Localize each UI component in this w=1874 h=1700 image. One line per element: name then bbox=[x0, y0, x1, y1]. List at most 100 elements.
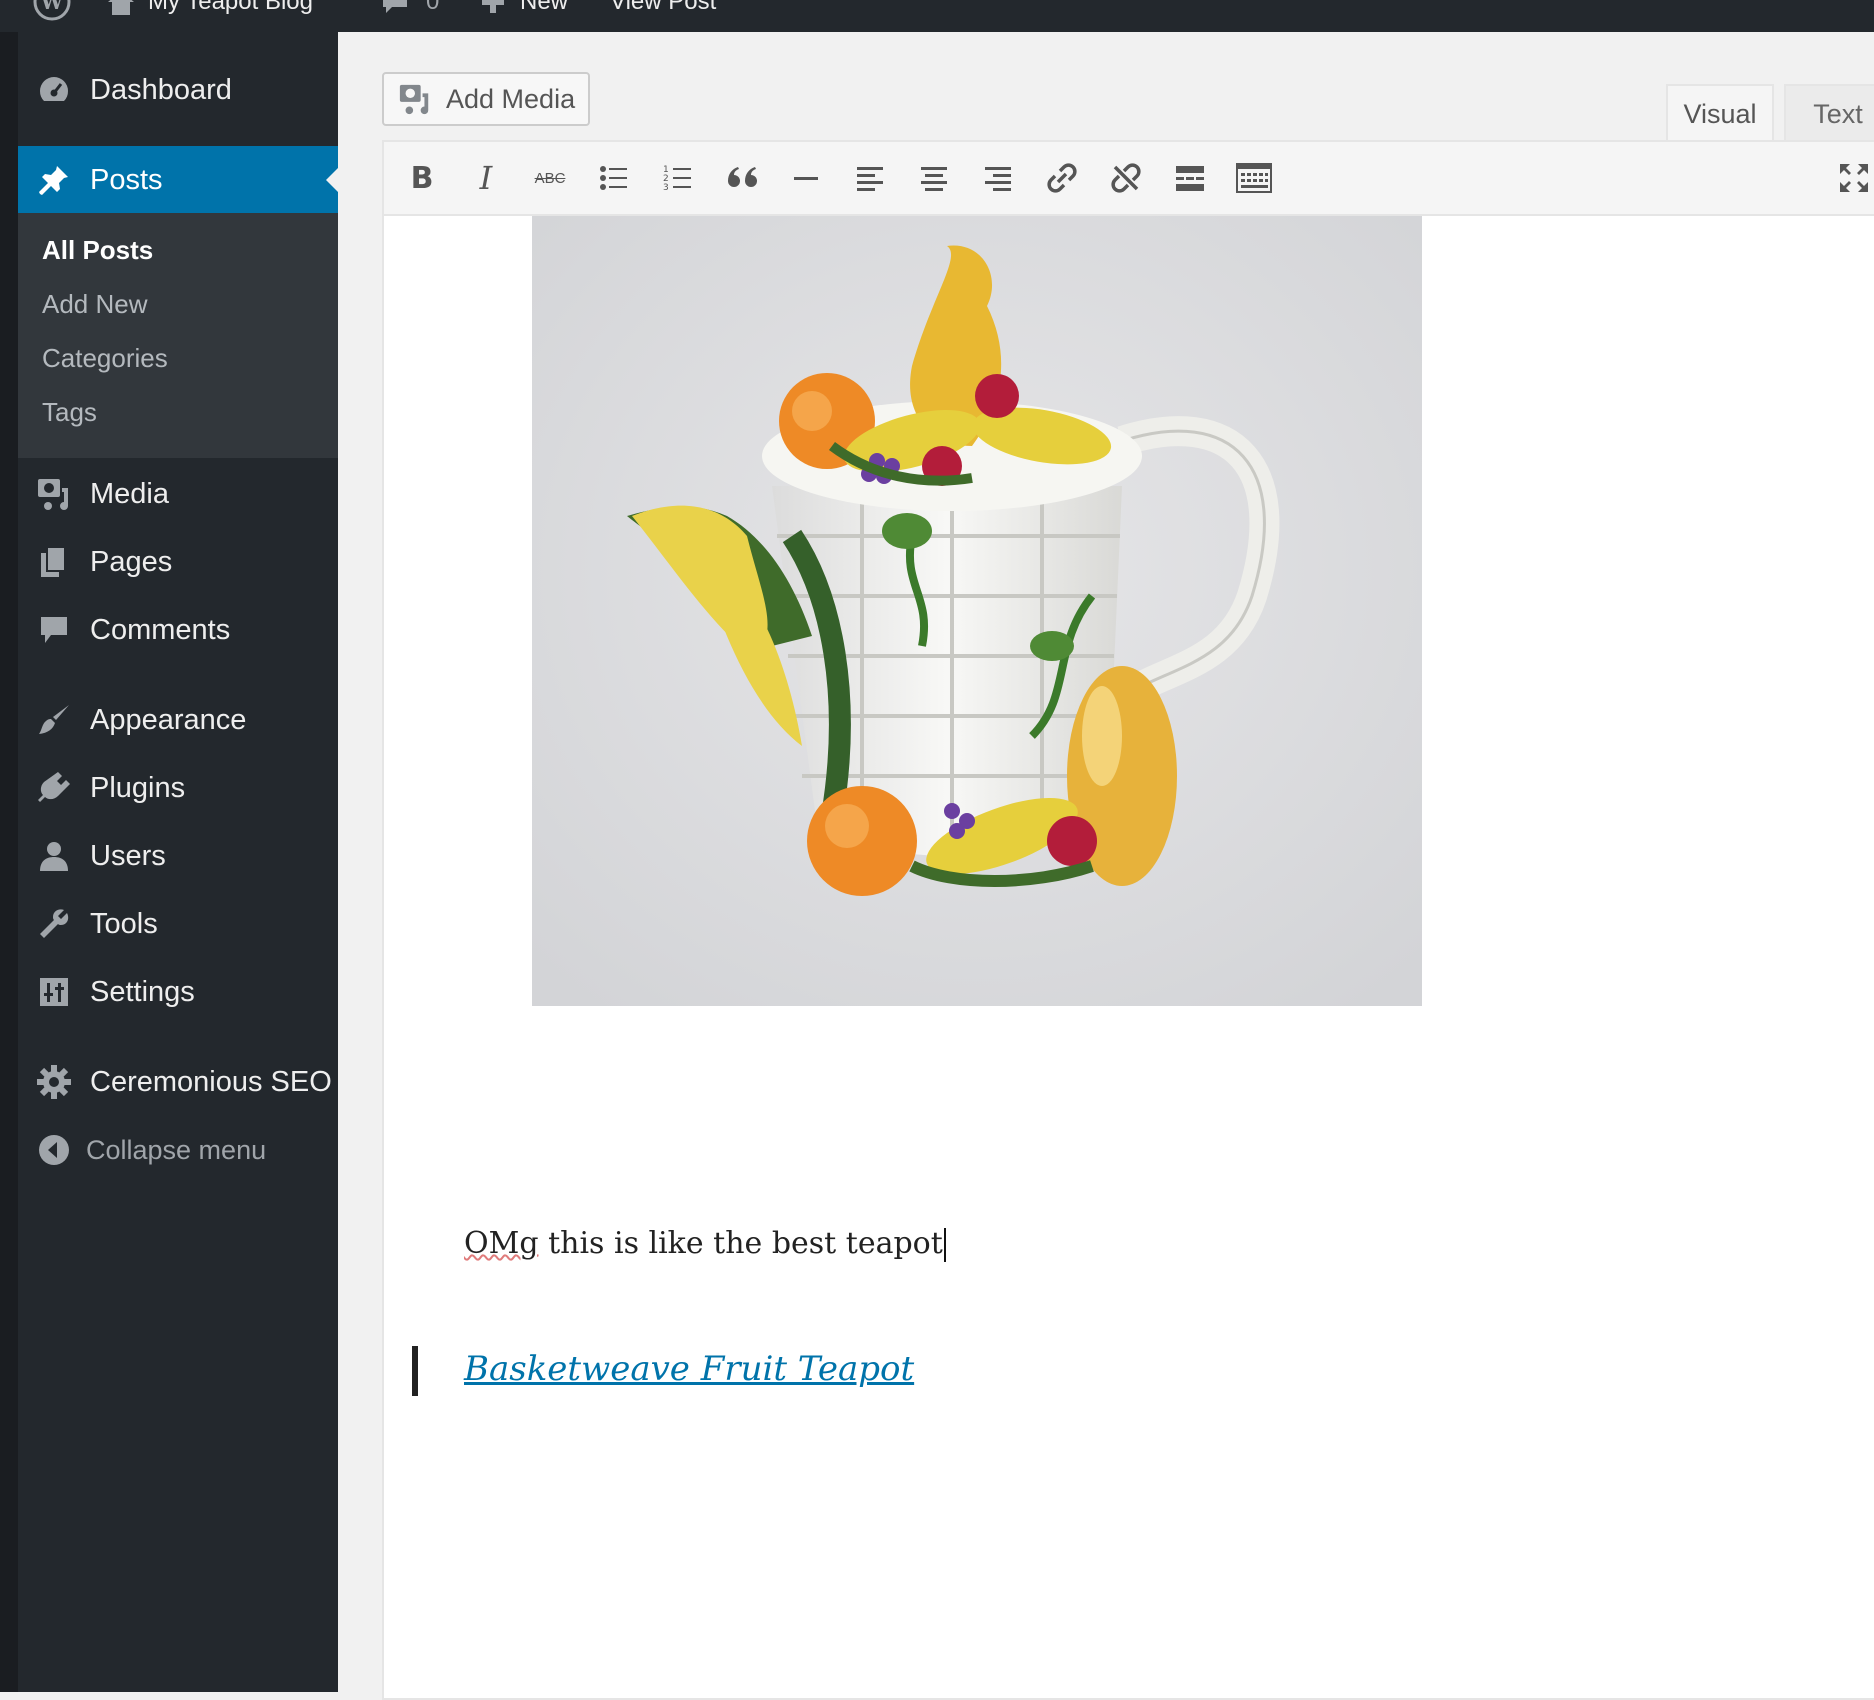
sidebar-item-ceremonious-seo[interactable]: Ceremonious SEO bbox=[18, 1048, 338, 1116]
post-editor-area: Add Media Visual Text B I ABC 123 OMg th… bbox=[338, 32, 1874, 1700]
sidebar-item-label: Pages bbox=[90, 545, 173, 578]
site-home-link[interactable]: My Teapot Blog bbox=[106, 0, 313, 18]
numbered-list-icon: 123 bbox=[663, 165, 691, 193]
align-right-icon bbox=[985, 167, 1011, 191]
sidebar-item-label: Comments bbox=[90, 613, 231, 646]
new-label: New bbox=[520, 0, 569, 15]
window-edge bbox=[0, 32, 18, 1692]
wrench-icon bbox=[36, 906, 72, 942]
visual-editor[interactable]: B I ABC 123 OMg this is like the best te… bbox=[382, 140, 1874, 1700]
new-content-link[interactable]: New bbox=[480, 0, 568, 18]
blockquote-border bbox=[412, 1346, 418, 1396]
bulleted-list-icon bbox=[600, 166, 627, 190]
sidebar-item-users[interactable]: Users bbox=[18, 822, 338, 890]
comment-icon bbox=[36, 612, 72, 648]
sidebar-item-label: Settings bbox=[90, 975, 195, 1008]
tab-text[interactable]: Text bbox=[1784, 84, 1874, 142]
comment-bubble-icon bbox=[380, 0, 410, 15]
svg-text:W: W bbox=[40, 0, 64, 14]
sidebar-item-label: Tools bbox=[90, 907, 158, 940]
sidebar-item-label: Plugins bbox=[90, 771, 186, 804]
posts-submenu: All Posts Add New Categories Tags bbox=[18, 213, 338, 458]
horizontal-line-icon bbox=[794, 177, 818, 180]
media-icon bbox=[36, 476, 72, 512]
comments-count: 0 bbox=[426, 0, 440, 15]
sidebar-item-label: Ceremonious SEO bbox=[90, 1065, 332, 1098]
editor-content[interactable]: OMg this is like the best teapot Basketw… bbox=[384, 216, 1874, 1696]
submenu-add-new[interactable]: Add New bbox=[42, 289, 148, 320]
submenu-all-posts[interactable]: All Posts bbox=[42, 235, 153, 266]
plus-icon bbox=[480, 0, 506, 15]
admin-sidebar: Dashboard Posts All Posts Add New Catego… bbox=[18, 32, 338, 1692]
sidebar-item-plugins[interactable]: Plugins bbox=[18, 754, 338, 822]
sidebar-item-comments[interactable]: Comments bbox=[18, 596, 338, 664]
add-media-button[interactable]: Add Media bbox=[382, 72, 590, 126]
numbered-list-button[interactable]: 123 bbox=[656, 156, 700, 200]
settings-icon bbox=[36, 974, 72, 1010]
strikethrough-icon: ABC bbox=[534, 169, 566, 187]
align-center-icon bbox=[921, 167, 947, 191]
sidebar-item-label: Posts bbox=[90, 163, 163, 196]
svg-text:3: 3 bbox=[663, 183, 669, 193]
keyboard-icon bbox=[1236, 163, 1272, 193]
submenu-tags[interactable]: Tags bbox=[42, 397, 97, 428]
site-name: My Teapot Blog bbox=[148, 0, 313, 15]
user-icon bbox=[36, 838, 72, 874]
unlink-icon bbox=[1111, 163, 1141, 193]
sidebar-item-posts[interactable]: Posts bbox=[18, 146, 338, 214]
align-left-icon bbox=[857, 167, 883, 191]
collapse-menu-button[interactable]: Collapse menu bbox=[18, 1116, 338, 1184]
wordpress-logo-icon[interactable]: W bbox=[32, 0, 72, 21]
admin-bar: W My Teapot Blog 0 New View Post bbox=[0, 0, 1874, 32]
fullscreen-icon bbox=[1840, 164, 1868, 192]
sidebar-item-label: Dashboard bbox=[90, 73, 232, 106]
sidebar-item-settings[interactable]: Settings bbox=[18, 958, 338, 1026]
italic-icon: I bbox=[479, 159, 493, 197]
remove-link-button[interactable] bbox=[1104, 156, 1148, 200]
align-right-button[interactable] bbox=[976, 156, 1020, 200]
collapse-menu-label: Collapse menu bbox=[86, 1134, 267, 1165]
view-post-label: View Post bbox=[610, 0, 717, 15]
post-paragraph[interactable]: OMg this is like the best teapot bbox=[464, 1226, 946, 1262]
paintbrush-icon bbox=[36, 702, 72, 738]
strikethrough-button[interactable]: ABC bbox=[528, 156, 572, 200]
sidebar-item-pages[interactable]: Pages bbox=[18, 528, 338, 596]
bulleted-list-button[interactable] bbox=[592, 156, 636, 200]
add-media-icon bbox=[398, 82, 432, 116]
home-icon bbox=[106, 0, 136, 16]
plugin-icon bbox=[36, 770, 72, 806]
comments-link[interactable]: 0 bbox=[380, 0, 439, 18]
blockquote-icon bbox=[728, 167, 757, 187]
teapot-image[interactable] bbox=[532, 216, 1422, 1006]
editor-toolbar: B I ABC 123 bbox=[384, 142, 1874, 216]
toolbar-toggle-button[interactable] bbox=[1232, 156, 1276, 200]
read-more-button[interactable] bbox=[1168, 156, 1212, 200]
misspelled-word[interactable]: OMg bbox=[464, 1226, 539, 1261]
align-center-button[interactable] bbox=[912, 156, 956, 200]
sidebar-item-label: Users bbox=[90, 839, 166, 872]
link-icon bbox=[1047, 163, 1077, 193]
gear-icon bbox=[36, 1064, 72, 1100]
tab-visual[interactable]: Visual bbox=[1666, 84, 1774, 142]
sidebar-item-tools[interactable]: Tools bbox=[18, 890, 338, 958]
bold-button[interactable]: B bbox=[400, 156, 444, 200]
sidebar-item-label: Media bbox=[90, 477, 169, 510]
submenu-categories[interactable]: Categories bbox=[42, 343, 168, 374]
sidebar-item-media[interactable]: Media bbox=[18, 460, 338, 528]
paragraph-text: this is like the best teapot bbox=[538, 1226, 943, 1261]
horizontal-line-button[interactable] bbox=[784, 156, 828, 200]
distraction-free-button[interactable] bbox=[1832, 156, 1874, 200]
insert-link-button[interactable] bbox=[1040, 156, 1084, 200]
text-cursor bbox=[943, 1228, 946, 1262]
italic-button[interactable]: I bbox=[464, 156, 508, 200]
sidebar-item-appearance[interactable]: Appearance bbox=[18, 686, 338, 754]
dashboard-icon bbox=[36, 72, 72, 108]
blockquote-button[interactable] bbox=[720, 156, 764, 200]
view-post-link[interactable]: View Post bbox=[610, 0, 716, 18]
sidebar-item-dashboard[interactable]: Dashboard bbox=[18, 56, 338, 124]
bold-icon: B bbox=[410, 160, 434, 196]
read-more-icon bbox=[1176, 166, 1204, 191]
sidebar-item-label: Appearance bbox=[90, 703, 247, 736]
align-left-button[interactable] bbox=[848, 156, 892, 200]
blockquote-link[interactable]: Basketweave Fruit Teapot bbox=[464, 1349, 914, 1389]
